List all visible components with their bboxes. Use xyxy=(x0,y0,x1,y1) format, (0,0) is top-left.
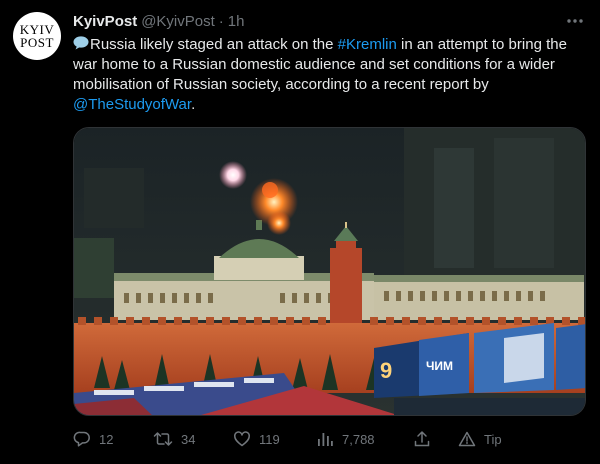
reply-button[interactable]: 12 xyxy=(73,428,113,450)
mention-link[interactable]: @TheStudyofWar xyxy=(73,96,191,113)
retweet-icon xyxy=(153,432,173,446)
tweet[interactable]: KYIV POST KyivPost @KyivPost · 1h Russia… xyxy=(0,0,600,464)
avatar-line-2: POST xyxy=(20,35,54,50)
tweet-media-video[interactable]: 9 ЧИМ xyxy=(73,127,586,416)
retweet-count: 34 xyxy=(181,431,196,447)
share-icon xyxy=(414,431,430,447)
tweet-header: KyivPost @KyivPost · 1h xyxy=(73,11,244,31)
author-handle[interactable]: @KyivPost xyxy=(141,13,215,30)
tip-icon xyxy=(458,431,476,447)
reply-icon xyxy=(73,431,90,447)
more-icon xyxy=(567,19,583,23)
kremlin-night-image: 9 ЧИМ xyxy=(74,128,585,415)
billboard-text: ЧИМ xyxy=(426,359,453,373)
retweet-button[interactable]: 34 xyxy=(153,428,195,450)
tip-button[interactable]: Tip xyxy=(458,428,502,450)
speech-balloon-icon xyxy=(73,36,89,50)
share-button[interactable] xyxy=(413,428,431,450)
views-count: 7,788 xyxy=(342,431,375,447)
author-name[interactable]: KyivPost xyxy=(73,13,137,30)
avatar[interactable]: KYIV POST xyxy=(13,12,61,60)
tweet-text: Russia likely staged an attack on the #K… xyxy=(73,35,583,115)
tweet-text-part-3: . xyxy=(191,96,196,113)
tweet-text-part-1: Russia likely staged an attack on the xyxy=(90,36,338,53)
like-button[interactable]: 119 xyxy=(233,428,280,450)
like-count: 119 xyxy=(259,431,280,447)
views-icon xyxy=(318,433,333,446)
tip-label: Tip xyxy=(484,431,502,447)
tweet-actions: 12 34 119 7,788 Tip xyxy=(73,428,513,450)
more-button[interactable] xyxy=(564,10,586,32)
billboard-number: 9 xyxy=(380,358,392,383)
views-button[interactable]: 7,788 xyxy=(316,428,375,450)
tweet-timestamp[interactable]: 1h xyxy=(228,13,245,30)
heart-icon xyxy=(234,431,250,447)
separator-dot: · xyxy=(218,12,224,30)
hashtag-link[interactable]: #Kremlin xyxy=(338,36,397,53)
reply-count: 12 xyxy=(99,431,114,447)
